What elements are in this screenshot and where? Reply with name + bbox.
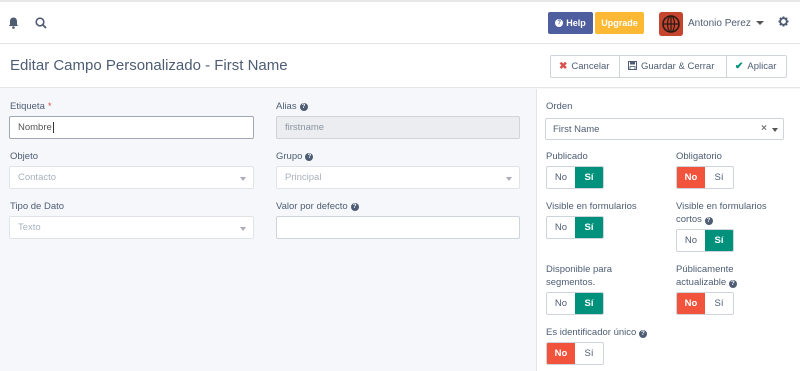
top-navbar: ? Help Upgrade Antonio Perez (0, 0, 800, 44)
toggle-si[interactable]: Sí (575, 293, 603, 314)
tipo-value: Texto (18, 222, 41, 233)
publicamente-label-text: Públicamente actualizable (676, 264, 734, 288)
publicado-toggle[interactable]: No Sí (546, 166, 604, 189)
alias-value: firstname (285, 122, 325, 133)
page-title: Editar Campo Personalizado - First Name (10, 57, 288, 74)
toggle-no[interactable]: No (677, 230, 705, 251)
search-icon[interactable] (33, 15, 49, 31)
upgrade-button[interactable]: Upgrade (595, 12, 644, 34)
toggle-si[interactable]: Sí (575, 167, 603, 188)
toggle-no[interactable]: No (547, 293, 575, 314)
valor-label: Valor por defecto ? (276, 201, 359, 212)
grupo-label-text: Grupo (276, 151, 303, 162)
clear-icon[interactable]: × (761, 123, 767, 134)
toggle-si[interactable]: Sí (575, 217, 603, 238)
save-close-button[interactable]: Guardar & Cerrar (619, 56, 726, 77)
close-icon: ✖ (559, 61, 568, 72)
page-header: Editar Campo Personalizado - First Name … (0, 44, 800, 88)
required-mark: * (47, 101, 52, 112)
save-close-label: Guardar & Cerrar (641, 61, 715, 72)
tipo-label-text: Tipo de Dato (10, 201, 65, 212)
chevron-down-icon[interactable] (772, 128, 778, 132)
identificador-label-text: Es identificador único (546, 327, 637, 338)
disponible-label: Disponible para segmentos. (546, 264, 613, 288)
grupo-value: Principal (285, 172, 322, 183)
visible-formularios-label: Visible en formularios (546, 201, 637, 212)
help-button[interactable]: ? Help (548, 12, 593, 34)
obligatorio-label: Obligatorio (676, 151, 722, 162)
visible-cortos-label-text: Visible en formularios cortos (676, 201, 767, 225)
alias-label: Alias ? (276, 101, 308, 112)
apply-label: Aplicar (747, 61, 777, 72)
toggle-no[interactable]: No (547, 343, 575, 364)
toggle-no[interactable]: No (547, 217, 575, 238)
chevron-down-icon (506, 177, 512, 181)
objeto-label: Objeto (10, 151, 38, 162)
toggle-si[interactable]: Sí (705, 293, 733, 314)
objeto-select[interactable]: Contacto (9, 166, 254, 189)
orden-label: Orden (546, 101, 573, 112)
question-icon[interactable]: ? (299, 102, 308, 111)
user-name[interactable]: Antonio Perez (688, 18, 751, 29)
gear-icon[interactable] (778, 16, 789, 30)
visible-cortos-label: Visible en formularios cortos ? (676, 200, 786, 226)
tipo-select[interactable]: Texto (9, 216, 254, 239)
orden-value: First Name (553, 123, 600, 135)
identificador-toggle[interactable]: No Sí (546, 342, 604, 365)
etiqueta-label-text: Etiqueta (10, 101, 45, 112)
bell-icon[interactable] (5, 15, 21, 31)
etiqueta-input[interactable]: Nombre (9, 116, 254, 139)
publicamente-toggle[interactable]: No Sí (676, 292, 734, 315)
objeto-value: Contacto (18, 172, 57, 183)
question-icon[interactable]: ? (704, 217, 713, 225)
disponible-toggle[interactable]: No Sí (546, 292, 604, 315)
toggle-no[interactable]: No (677, 167, 705, 188)
help-label: Help (566, 18, 586, 28)
obligatorio-toggle[interactable]: No Sí (676, 166, 734, 189)
toggle-no[interactable]: No (677, 293, 705, 314)
toggle-si[interactable]: Sí (705, 167, 733, 188)
tipo-label: Tipo de Dato (10, 201, 64, 212)
publicado-label: Publicado (546, 151, 588, 162)
save-icon (628, 60, 637, 73)
question-icon[interactable]: ? (305, 152, 314, 161)
toggle-si[interactable]: Sí (705, 230, 733, 251)
chevron-down-icon[interactable] (756, 21, 764, 25)
question-icon[interactable]: ? (638, 330, 647, 338)
etiqueta-value: Nombre (18, 122, 52, 133)
question-icon[interactable]: ? (350, 202, 359, 211)
chevron-down-icon (240, 227, 246, 231)
avatar[interactable] (659, 12, 683, 36)
help-icon: ? (555, 19, 564, 27)
etiqueta-label: Etiqueta * (10, 101, 52, 112)
visible-formularios-toggle[interactable]: No Sí (546, 216, 604, 239)
valor-label-text: Valor por defecto (276, 201, 348, 212)
objeto-label-text: Objeto (10, 151, 38, 162)
visible-cortos-toggle[interactable]: No Sí (676, 229, 734, 252)
check-icon: ✔ (735, 61, 744, 72)
action-button-group: ✖ Cancelar Guardar & Cerrar ✔ Aplicar (550, 55, 787, 78)
orden-select[interactable]: First Name × (545, 118, 784, 140)
alias-input[interactable]: firstname (276, 116, 520, 139)
upgrade-label: Upgrade (601, 18, 638, 28)
valor-input[interactable] (276, 216, 520, 239)
text-cursor (52, 122, 54, 133)
grupo-select[interactable]: Principal (276, 166, 520, 189)
grupo-label: Grupo ? (276, 151, 314, 162)
question-icon[interactable]: ? (728, 280, 737, 288)
chevron-down-icon (240, 177, 246, 181)
globe-avatar-icon (659, 12, 683, 36)
toggle-no[interactable]: No (547, 167, 575, 188)
cancel-label: Cancelar (571, 61, 610, 72)
apply-button[interactable]: ✔ Aplicar (726, 56, 786, 77)
toggle-si[interactable]: Sí (575, 343, 603, 364)
publicamente-label: Públicamente actualizable ? (676, 263, 756, 289)
identificador-label: Es identificador único ? (546, 326, 647, 339)
cancel-button[interactable]: ✖ Cancelar (551, 56, 619, 77)
alias-label-text: Alias (276, 101, 297, 112)
